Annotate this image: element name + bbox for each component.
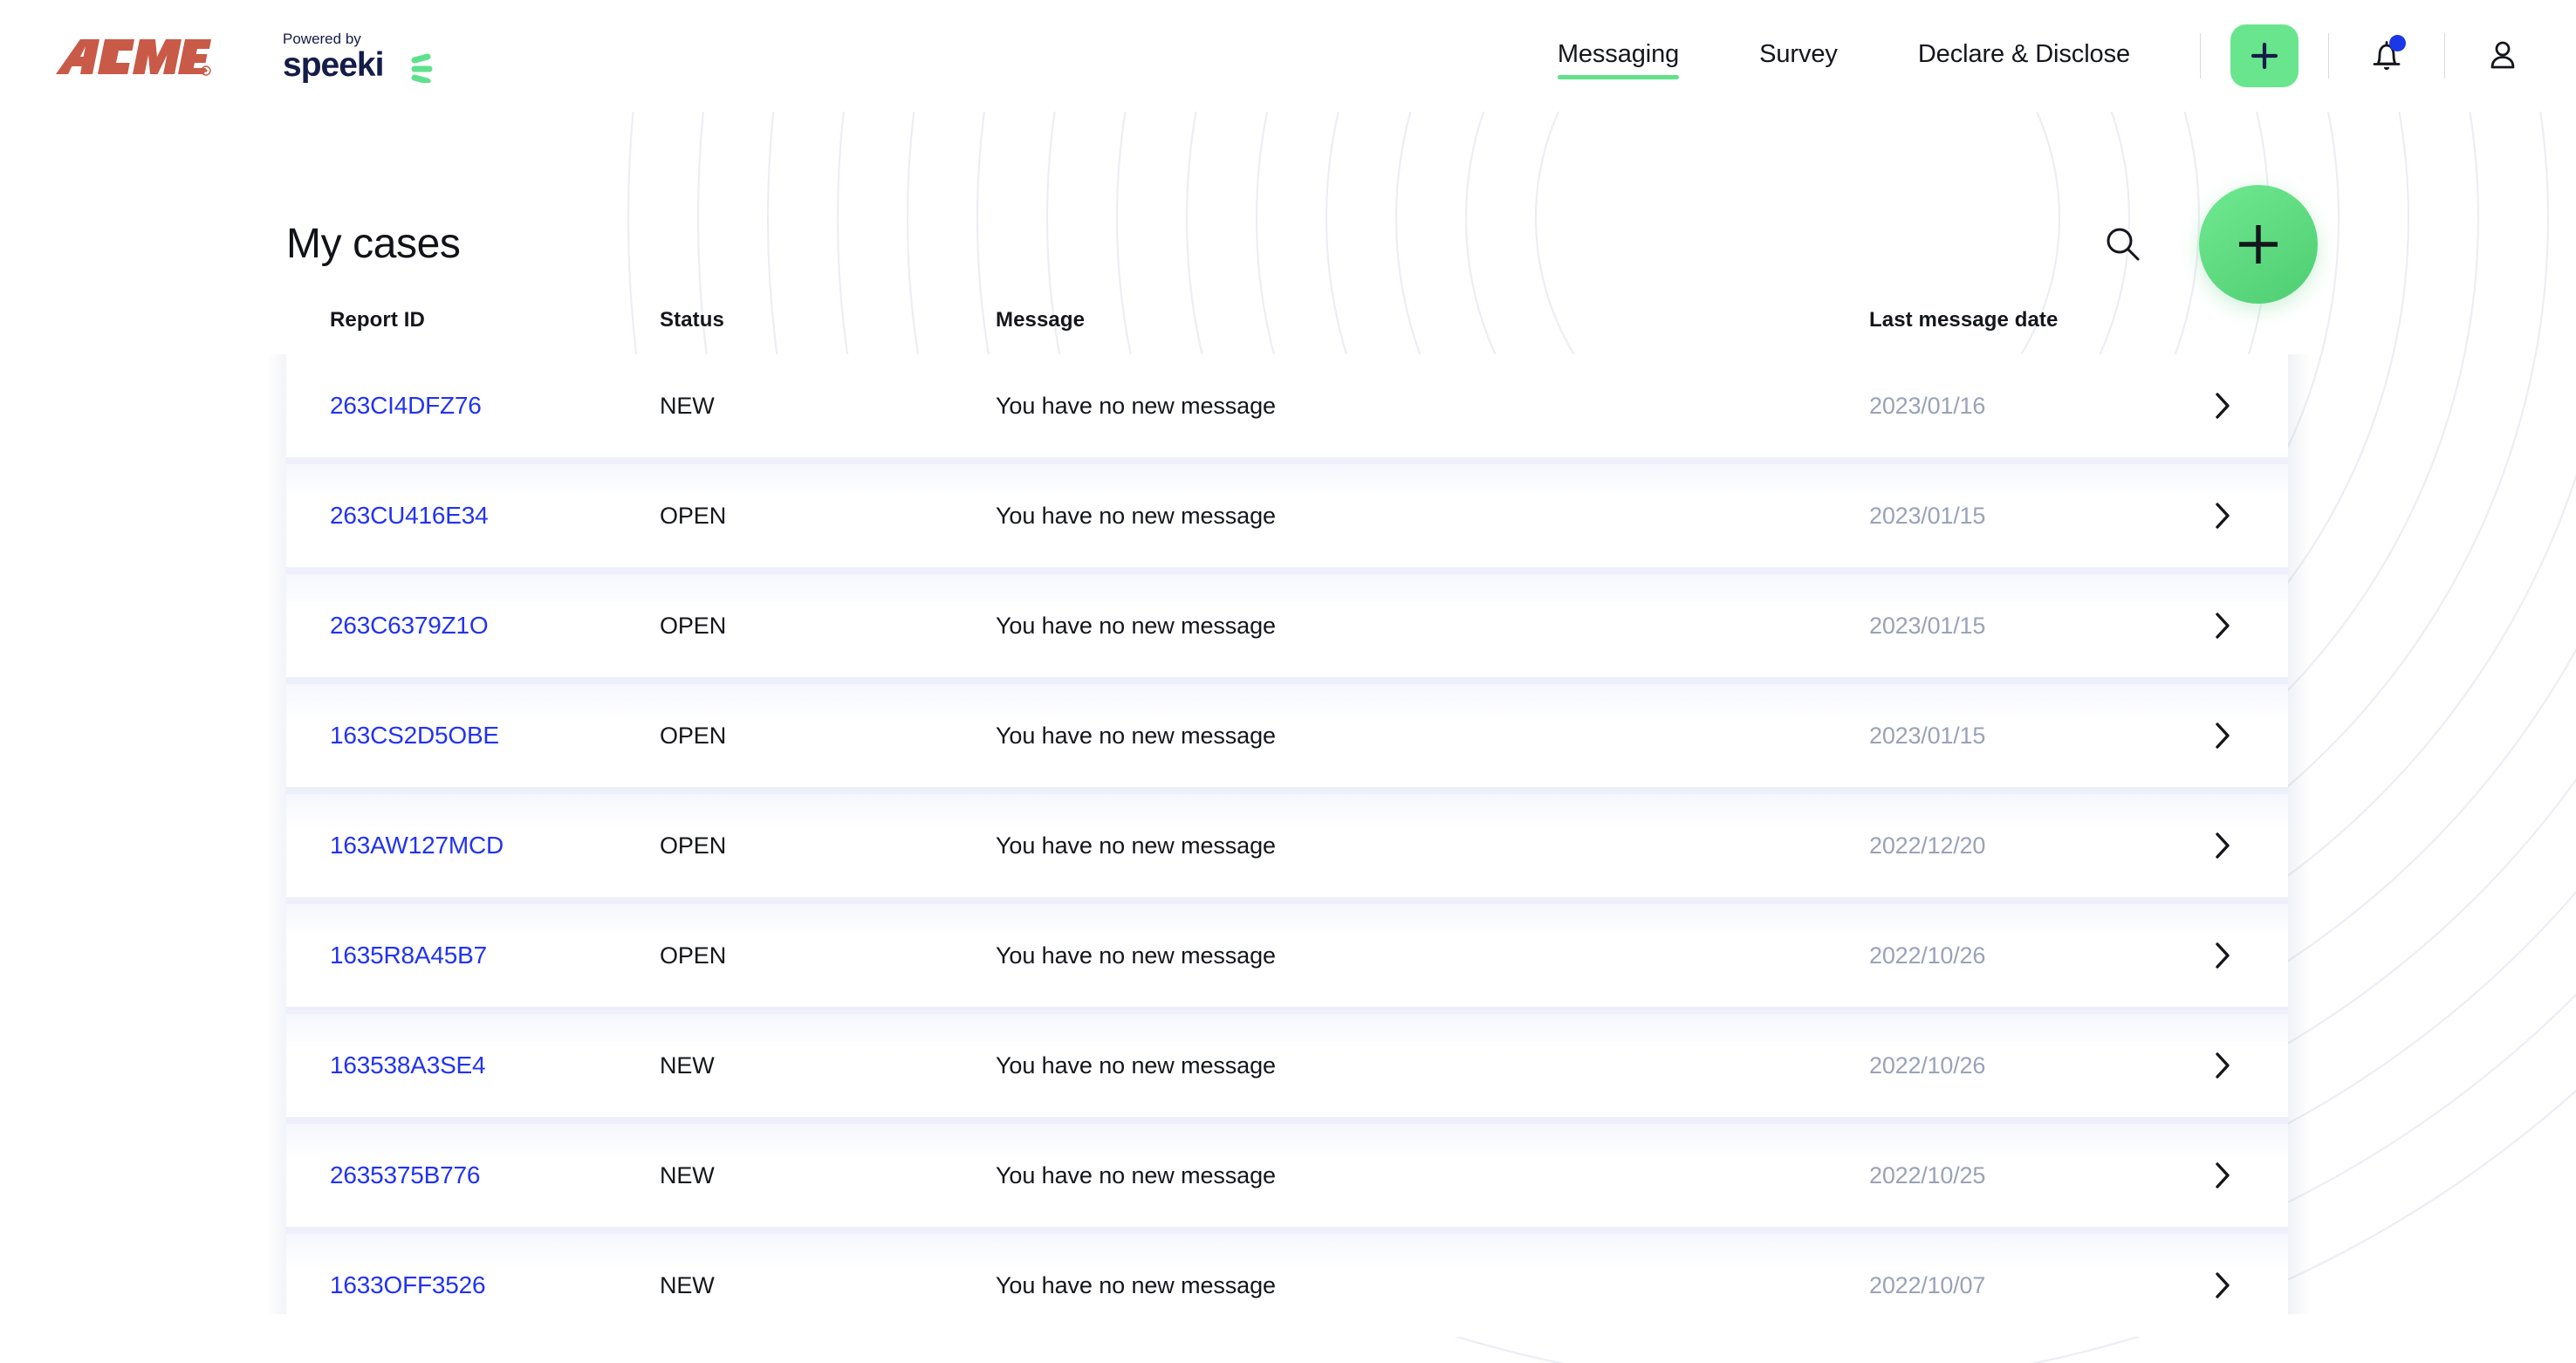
cell-date: 2023/01/15 xyxy=(1869,722,1986,749)
cell-report-id[interactable]: 263CU416E34 xyxy=(330,503,660,528)
cell-report-id[interactable]: 163AW127MCD xyxy=(330,833,660,858)
header-add-button[interactable] xyxy=(2230,24,2299,87)
search-button[interactable] xyxy=(2093,214,2154,275)
cell-status: NEW xyxy=(660,392,715,419)
brand-logos: Powered by speeki xyxy=(54,29,445,83)
nav-divider-1 xyxy=(2200,33,2201,79)
cell-status: OPEN xyxy=(660,832,727,859)
nav-divider-2 xyxy=(2328,33,2329,79)
cell-status: OPEN xyxy=(660,502,727,529)
chevron-right-icon xyxy=(2216,942,2230,969)
chevron-right-icon xyxy=(2216,613,2230,639)
chevron-right-icon xyxy=(2216,1052,2230,1079)
cell-message: You have no new message xyxy=(996,612,1276,639)
app-root: Powered by speeki Messaging Survey Decla… xyxy=(0,0,2576,1363)
column-header-last-message-date: Last message date xyxy=(1869,308,2059,332)
cell-report-id[interactable]: 163538A3SE4 xyxy=(330,1053,660,1078)
acme-logo[interactable] xyxy=(54,36,211,78)
chevron-right-icon xyxy=(2216,1272,2230,1298)
cell-report-id[interactable]: 1635R8A45B7 xyxy=(330,943,660,968)
cell-date: 2022/10/26 xyxy=(1869,1051,1986,1079)
table-row[interactable]: 163538A3SE4 NEW You have no new message … xyxy=(286,1014,2288,1117)
row-open-chevron[interactable] xyxy=(2157,1271,2288,1300)
table-row[interactable]: 163AW127MCD OPEN You have no new message… xyxy=(286,794,2288,897)
row-open-chevron[interactable] xyxy=(2157,1161,2288,1190)
svg-text:speeki: speeki xyxy=(283,46,383,83)
cell-message: You have no new message xyxy=(996,1271,1276,1298)
top-navigation-bar: Powered by speeki Messaging Survey Decla… xyxy=(0,0,2576,112)
main-content: My cases Report ID Status Message Last m… xyxy=(0,112,2576,1337)
cell-date: 2022/10/25 xyxy=(1869,1161,1986,1188)
chevron-right-icon xyxy=(2216,1162,2230,1188)
cell-message: You have no new message xyxy=(996,722,1276,749)
cell-date: 2023/01/16 xyxy=(1869,392,1986,419)
row-open-chevron[interactable] xyxy=(2157,721,2288,750)
cell-message: You have no new message xyxy=(996,832,1276,859)
table-header-row: Report ID Status Message Last message da… xyxy=(286,286,2288,354)
svg-text:Powered by: Powered by xyxy=(283,31,361,47)
column-header-message: Message xyxy=(996,308,1086,332)
chevron-right-icon xyxy=(2216,723,2230,749)
row-open-chevron[interactable] xyxy=(2157,831,2288,860)
page-title: My cases xyxy=(286,221,461,267)
chevron-right-icon xyxy=(2216,393,2230,419)
cell-date: 2023/01/15 xyxy=(1869,502,1986,529)
speeki-logo[interactable]: Powered by speeki xyxy=(283,29,445,83)
plus-icon xyxy=(2239,225,2278,264)
cell-report-id[interactable]: 263CI4DFZ76 xyxy=(330,394,660,418)
cell-report-id[interactable]: 163CS2D5OBE xyxy=(330,723,660,748)
cell-message: You have no new message xyxy=(996,1161,1276,1188)
page-header: My cases xyxy=(0,112,2576,304)
cell-message: You have no new message xyxy=(996,392,1276,419)
column-header-status: Status xyxy=(660,308,724,332)
main-nav: Messaging Survey Declare & Disclose xyxy=(1557,24,2531,87)
cell-status: OPEN xyxy=(660,722,727,749)
table-right-shadow xyxy=(2288,354,2311,1314)
chevron-right-icon xyxy=(2216,832,2230,859)
cell-status: OPEN xyxy=(660,942,727,969)
cell-date: 2023/01/15 xyxy=(1869,612,1986,639)
row-open-chevron[interactable] xyxy=(2157,391,2288,421)
nav-item-messaging[interactable]: Messaging xyxy=(1557,33,1680,79)
cell-date: 2022/10/26 xyxy=(1869,942,1986,969)
row-open-chevron[interactable] xyxy=(2157,501,2288,531)
table-row[interactable]: 263CI4DFZ76 NEW You have no new message … xyxy=(286,354,2288,457)
cell-message: You have no new message xyxy=(996,502,1276,529)
search-icon xyxy=(2107,228,2140,261)
table-row[interactable]: 2635375B776 NEW You have no new message … xyxy=(286,1124,2288,1227)
column-header-report-id: Report ID xyxy=(330,308,425,332)
cell-message: You have no new message xyxy=(996,1051,1276,1079)
notifications-button[interactable] xyxy=(2359,28,2415,84)
table-row[interactable]: 1633OFF3526 NEW You have no new message … xyxy=(286,1234,2288,1337)
row-open-chevron[interactable] xyxy=(2157,1051,2288,1080)
cell-message: You have no new message xyxy=(996,942,1276,969)
cases-table: Report ID Status Message Last message da… xyxy=(267,286,2311,1337)
table-row[interactable]: 163CS2D5OBE OPEN You have no new message… xyxy=(286,684,2288,787)
nav-item-declare-disclose[interactable]: Declare & Disclose xyxy=(1918,33,2130,79)
plus-icon xyxy=(2251,42,2278,70)
cell-status: NEW xyxy=(660,1051,715,1079)
row-open-chevron[interactable] xyxy=(2157,941,2288,970)
user-icon xyxy=(2490,41,2515,69)
cell-report-id[interactable]: 1633OFF3526 xyxy=(330,1273,660,1298)
cell-status: NEW xyxy=(660,1161,715,1188)
row-open-chevron[interactable] xyxy=(2157,611,2288,640)
account-button[interactable] xyxy=(2475,28,2531,84)
cell-date: 2022/12/20 xyxy=(1869,832,1986,859)
nav-item-survey[interactable]: Survey xyxy=(1759,33,1838,79)
table-row[interactable]: 263C6379Z1O OPEN You have no new message… xyxy=(286,574,2288,677)
table-left-shadow xyxy=(267,354,286,1314)
chevron-right-icon xyxy=(2216,503,2230,529)
notification-unread-dot xyxy=(2389,35,2406,51)
cell-date: 2022/10/07 xyxy=(1869,1271,1986,1298)
table-body: 263CI4DFZ76 NEW You have no new message … xyxy=(286,354,2288,1337)
table-row[interactable]: 263CU416E34 OPEN You have no new message… xyxy=(286,464,2288,567)
cell-status: OPEN xyxy=(660,612,727,639)
cell-report-id[interactable]: 2635375B776 xyxy=(330,1163,660,1188)
table-row[interactable]: 1635R8A45B7 OPEN You have no new message… xyxy=(286,904,2288,1007)
cell-status: NEW xyxy=(660,1271,715,1298)
cell-report-id[interactable]: 263C6379Z1O xyxy=(330,613,660,638)
nav-divider-3 xyxy=(2444,33,2445,79)
